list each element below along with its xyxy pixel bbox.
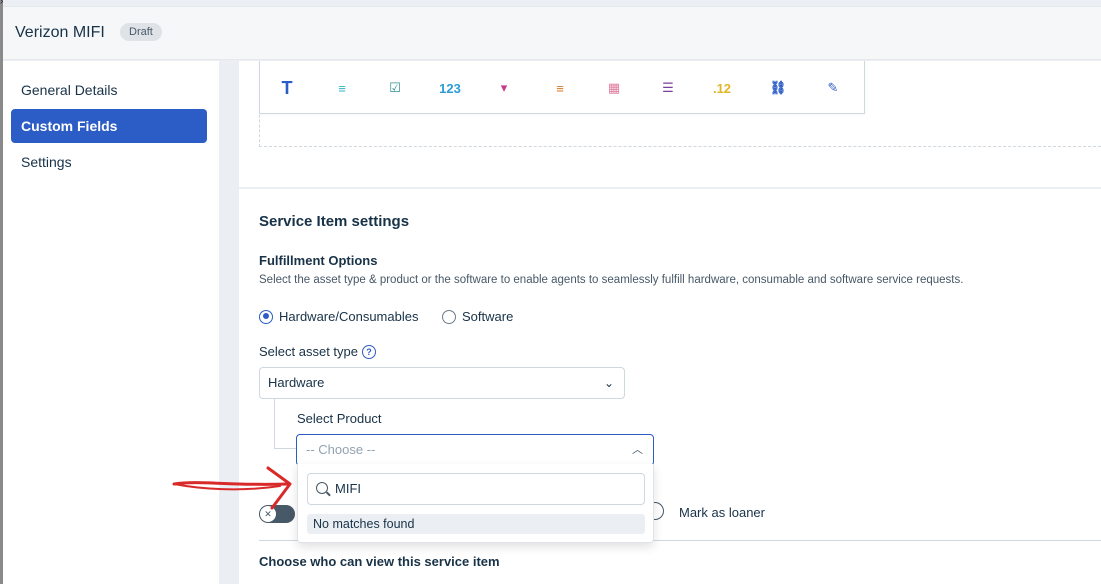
number-icon[interactable]: 123 xyxy=(438,77,462,99)
asset-type-label: Select asset type ? xyxy=(259,344,376,359)
decimal-icon[interactable]: .12 xyxy=(710,77,734,99)
radio-unselected-icon[interactable] xyxy=(442,309,456,324)
product-dropdown-menu: MIFI No matches found xyxy=(297,464,654,543)
asset-type-value: Hardware xyxy=(268,375,325,390)
section-title: Service Item settings xyxy=(259,213,410,230)
help-icon[interactable]: ? xyxy=(362,344,376,359)
search-icon xyxy=(316,482,328,494)
link-icon[interactable]: ⛓ xyxy=(766,77,790,99)
fulfillment-help-text: Select the asset type & product or the s… xyxy=(259,274,964,286)
edit-icon[interactable]: ✎ xyxy=(821,77,845,99)
sidebar-item-general-details[interactable]: General Details xyxy=(11,73,207,107)
product-placeholder: -- Choose -- xyxy=(306,442,376,457)
text-field-icon[interactable]: T xyxy=(275,77,299,99)
page-header: Verizon MIFI Draft xyxy=(3,6,1101,60)
radio-hardware-label: Hardware/Consumables xyxy=(279,309,419,324)
field-type-toolbar: T ≡ ☑ 123 ▾ ≡ ▦ ☰ .12 ⛓ ✎ xyxy=(259,61,865,114)
paragraph-icon[interactable]: ≡ xyxy=(330,77,354,99)
date-icon[interactable]: ▦ xyxy=(602,77,626,99)
loaner-label: Mark as loaner xyxy=(679,505,765,520)
page-title: Verizon MIFI xyxy=(15,24,105,41)
chevron-down-icon: ⌄ xyxy=(603,376,614,390)
product-search-input[interactable]: MIFI xyxy=(307,473,645,505)
radio-software[interactable]: Software xyxy=(442,309,513,324)
dependent-field-icon[interactable]: ≡ xyxy=(548,77,572,99)
radio-selected-icon[interactable] xyxy=(259,309,273,324)
tree-connector xyxy=(274,399,296,449)
radio-software-label: Software xyxy=(462,309,514,324)
asset-type-select[interactable]: Hardware ⌄ xyxy=(259,367,625,399)
red-arrow-annotation xyxy=(172,466,292,510)
sidebar-item-settings[interactable]: Settings xyxy=(11,145,207,179)
multi-select-icon[interactable]: ☰ xyxy=(656,77,680,99)
no-matches-message: No matches found xyxy=(307,514,645,534)
product-select[interactable]: -- Choose -- ︿ xyxy=(296,434,654,466)
chevron-up-icon: ︿ xyxy=(632,444,643,456)
radio-hardware-consumables[interactable]: Hardware/Consumables xyxy=(259,309,418,324)
status-badge: Draft xyxy=(120,23,162,41)
search-value: MIFI xyxy=(335,481,361,496)
fulfillment-options-title: Fulfillment Options xyxy=(259,253,378,268)
custom-fields-card: T ≡ ☑ 123 ▾ ≡ ▦ ☰ .12 ⛓ ✎ xyxy=(239,61,1101,187)
asset-type-label-text: Select asset type xyxy=(259,344,358,359)
checkbox-icon[interactable]: ☑ xyxy=(383,77,407,99)
visibility-title: Choose who can view this service item xyxy=(259,554,500,569)
dropdown-icon[interactable]: ▾ xyxy=(492,77,516,99)
product-label: Select Product xyxy=(297,411,382,426)
sidebar-item-custom-fields[interactable]: Custom Fields xyxy=(11,109,207,143)
